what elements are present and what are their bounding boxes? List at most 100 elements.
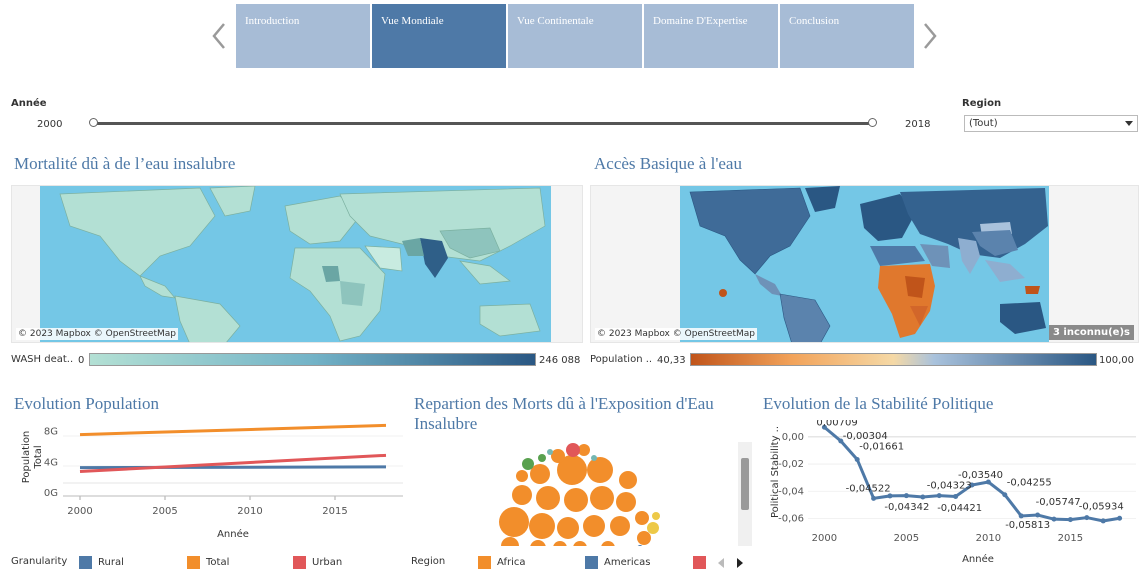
bubble[interactable] xyxy=(529,513,555,539)
legend-label: Africa xyxy=(497,557,526,568)
series-line-total[interactable] xyxy=(79,423,387,437)
slider-handle-end[interactable] xyxy=(868,118,877,127)
bubble[interactable] xyxy=(512,485,532,505)
bubble[interactable] xyxy=(587,457,613,483)
y-tick-label: 4G xyxy=(44,457,58,468)
bubble[interactable] xyxy=(551,449,565,463)
bubble[interactable] xyxy=(499,507,529,537)
bubble[interactable] xyxy=(619,471,637,489)
legend-item-rural[interactable]: Rural xyxy=(79,556,124,569)
bubble[interactable] xyxy=(536,486,560,510)
stability-data-label: -0,05934 xyxy=(1079,502,1124,513)
legend-prev-icon[interactable] xyxy=(717,558,725,568)
mortality-map[interactable]: © 2023 Mapbox © OpenStreetMap xyxy=(11,185,583,343)
stability-point[interactable] xyxy=(854,456,860,462)
bubble[interactable] xyxy=(564,488,588,512)
bubble[interactable] xyxy=(635,511,649,525)
stability-data-label: -0,05813 xyxy=(1005,520,1050,531)
series-line-urban[interactable] xyxy=(79,453,387,473)
x-tick-label: 2015 xyxy=(1058,533,1083,544)
stability-point[interactable] xyxy=(953,493,959,499)
tab-introduction[interactable]: Introduction xyxy=(236,4,370,68)
bubble[interactable] xyxy=(516,470,528,482)
population-chart[interactable]: Population Total 0G 4G 8G 2000 2005 2010 2015… xyxy=(11,420,406,544)
stability-data-label: -0,04522 xyxy=(846,483,891,494)
legend-item-americas[interactable]: Americas xyxy=(585,556,650,569)
stability-chart-title: Evolution de la Stabilité Politique xyxy=(763,394,994,413)
tab-vue-mondiale[interactable]: Vue Mondiale xyxy=(372,4,506,68)
stability-ylabel: Political Stability .. xyxy=(770,426,781,518)
bubble[interactable] xyxy=(566,443,580,457)
stability-point[interactable] xyxy=(1035,512,1041,518)
bubble[interactable] xyxy=(573,541,587,546)
legend-next-icon[interactable] xyxy=(736,558,744,568)
stability-point[interactable] xyxy=(1051,516,1057,522)
stability-point[interactable] xyxy=(903,493,909,499)
region-filter-label: Region xyxy=(962,98,1002,109)
legend-label: Americas xyxy=(604,557,651,568)
stability-point[interactable] xyxy=(1002,492,1008,498)
bubble[interactable] xyxy=(637,531,651,545)
stability-point[interactable] xyxy=(1100,518,1106,524)
stability-chart[interactable]: Political Stability .. 0,00 -0,02 -0,04 -0,… xyxy=(760,420,1139,570)
tab-domaine-expertise[interactable]: Domaine D'Expertise xyxy=(644,4,778,68)
year-range-slider[interactable] xyxy=(89,118,877,127)
map-credit: © 2023 Mapbox © OpenStreetMap xyxy=(595,328,757,340)
bubble[interactable] xyxy=(652,512,660,520)
bubble[interactable] xyxy=(601,541,615,546)
slider-handle-start[interactable] xyxy=(89,118,98,127)
wash-legend-min: 0 xyxy=(78,355,85,366)
x-tick-label: 2015 xyxy=(322,506,347,517)
bubble[interactable] xyxy=(637,545,643,546)
bubble[interactable] xyxy=(530,540,546,546)
population-ylabel-1: Population xyxy=(21,431,32,484)
dropdown-arrow-icon xyxy=(1125,121,1133,126)
bubble[interactable] xyxy=(610,516,630,536)
stability-point[interactable] xyxy=(871,495,877,501)
bubble[interactable] xyxy=(647,522,659,534)
stability-point[interactable] xyxy=(1018,513,1024,519)
legend-item-africa[interactable]: Africa xyxy=(478,556,526,569)
legend-item-truncated[interactable] xyxy=(693,556,706,569)
year-start-value: 2000 xyxy=(37,119,63,130)
bubble[interactable] xyxy=(557,517,579,539)
bubble[interactable] xyxy=(591,455,597,461)
mortality-world-map xyxy=(59,186,546,342)
stability-point[interactable] xyxy=(1117,515,1123,521)
legend-swatch xyxy=(293,556,306,569)
bubble-chart[interactable] xyxy=(480,440,670,546)
population-chart-title: Evolution Population xyxy=(14,394,159,413)
legend-item-total[interactable]: Total xyxy=(187,556,229,569)
bubble-chart-scrollbar[interactable] xyxy=(738,442,752,546)
bubble-chart-title: Repartion des Morts dû à l'Exposition d'… xyxy=(414,394,714,433)
bubble[interactable] xyxy=(501,537,519,546)
stability-point[interactable] xyxy=(920,494,926,500)
stability-data-label: 0,00709 xyxy=(816,420,857,428)
bubble[interactable] xyxy=(522,458,534,470)
y-tick-label: 8G xyxy=(44,427,58,438)
unknown-values-badge[interactable]: 3 inconnu(e)s xyxy=(1048,325,1134,340)
bubble[interactable] xyxy=(583,515,605,537)
legend-swatch xyxy=(693,556,706,569)
bubble[interactable] xyxy=(590,486,614,510)
bubble[interactable] xyxy=(547,449,553,455)
water-access-map[interactable]: © 2023 Mapbox © OpenStreetMap 3 inconnu(… xyxy=(590,185,1139,343)
chevron-left-icon[interactable] xyxy=(211,22,227,50)
bubble[interactable] xyxy=(538,454,546,462)
tab-conclusion[interactable]: Conclusion xyxy=(780,4,914,68)
stability-data-label: -0,04421 xyxy=(937,503,982,514)
scrollbar-thumb[interactable] xyxy=(741,458,749,510)
chevron-right-icon[interactable] xyxy=(922,22,938,50)
region-dropdown[interactable]: (Tout) xyxy=(964,115,1138,132)
legend-item-urban[interactable]: Urban xyxy=(293,556,342,569)
series-line-rural[interactable] xyxy=(79,465,387,470)
stability-point[interactable] xyxy=(936,493,942,499)
bubble[interactable] xyxy=(553,541,567,546)
stability-point[interactable] xyxy=(1084,515,1090,521)
tab-vue-continentale[interactable]: Vue Continentale xyxy=(508,4,642,68)
y-tick-label: 0,00 xyxy=(782,432,804,443)
access-color-scale xyxy=(690,353,1097,366)
stability-point[interactable] xyxy=(1067,517,1073,523)
bubble[interactable] xyxy=(616,492,636,512)
map-credit: © 2023 Mapbox © OpenStreetMap xyxy=(16,328,178,340)
